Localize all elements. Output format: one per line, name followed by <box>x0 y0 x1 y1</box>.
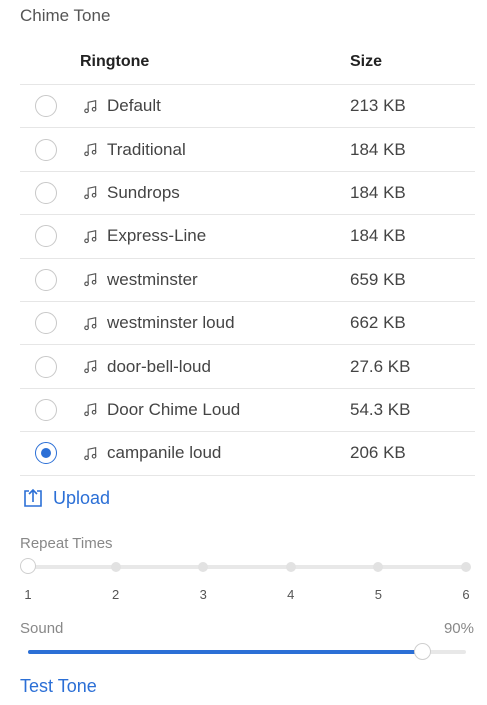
ringtone-name: Sundrops <box>107 182 180 202</box>
music-note-icon <box>82 142 98 158</box>
test-tone-button[interactable]: Test Tone <box>20 676 97 697</box>
ringtone-radio[interactable] <box>35 181 57 204</box>
section-title: Chime Tone <box>20 6 111 25</box>
music-note-icon <box>82 185 98 201</box>
repeat-tick-label: 3 <box>199 587 207 602</box>
ringtone-radio[interactable] <box>35 95 57 118</box>
table-row[interactable]: campanile loud 206 KB <box>20 432 475 476</box>
ringtone-size: 213 KB <box>350 96 406 116</box>
ringtone-size: 662 KB <box>350 313 406 333</box>
music-note-icon <box>82 98 98 114</box>
ringtone-size: 27.6 KB <box>350 356 411 376</box>
repeat-step-dot[interactable] <box>198 562 209 572</box>
repeat-times-slider[interactable] <box>20 558 471 574</box>
ringtone-radio[interactable] <box>35 355 57 378</box>
music-note-icon <box>82 359 98 375</box>
repeat-tick-label: 6 <box>462 587 470 602</box>
column-header-ringtone: Ringtone <box>80 53 150 70</box>
table-row[interactable]: westminster 659 KB <box>20 259 475 302</box>
sound-slider[interactable] <box>28 643 466 660</box>
sound-slider-fill <box>28 650 423 654</box>
ringtone-name: campanile loud <box>107 443 222 463</box>
ringtone-name: Traditional <box>107 139 186 159</box>
ringtone-radio[interactable] <box>35 225 57 248</box>
ringtone-size: 184 KB <box>350 226 406 246</box>
table-row[interactable]: Traditional 184 KB <box>20 128 475 172</box>
upload-icon <box>24 488 42 507</box>
music-note-icon <box>82 272 98 288</box>
repeat-tick-label: 5 <box>374 587 382 602</box>
table-row[interactable]: Express-Line 184 KB <box>20 215 475 259</box>
repeat-step-dot[interactable] <box>461 562 471 572</box>
column-header-size: Size <box>350 53 383 70</box>
music-note-icon <box>82 228 98 244</box>
upload-button[interactable]: Upload <box>22 487 110 509</box>
music-note-icon <box>82 445 98 461</box>
table-row[interactable]: Sundrops 184 KB <box>20 172 475 216</box>
repeat-step-dot[interactable] <box>373 562 384 572</box>
repeat-step-dot[interactable] <box>285 562 296 572</box>
ringtone-size: 659 KB <box>350 269 406 289</box>
ringtone-radio[interactable] <box>35 138 57 161</box>
ringtone-name: westminster <box>107 269 198 289</box>
table-header: Ringtone Size <box>20 40 475 85</box>
sound-slider-thumb[interactable] <box>414 643 432 660</box>
ringtone-radio[interactable] <box>35 398 57 421</box>
repeat-tick-label: 1 <box>24 587 32 602</box>
repeat-slider-thumb[interactable] <box>20 558 36 574</box>
ringtone-radio[interactable] <box>35 268 57 291</box>
sound-label: Sound <box>20 620 64 637</box>
music-note-icon <box>82 402 98 418</box>
ringtone-radio[interactable] <box>35 312 57 335</box>
ringtone-size: 54.3 KB <box>350 399 411 419</box>
ringtone-name: Default <box>107 96 161 116</box>
ringtone-size: 184 KB <box>350 182 406 202</box>
table-row[interactable]: door-bell-loud 27.6 KB <box>20 345 475 389</box>
table-row[interactable]: Door Chime Loud 54.3 KB <box>20 389 475 433</box>
ringtone-table: Ringtone Size Default 213 KB Traditional 18… <box>20 40 475 476</box>
repeat-tick-label: 2 <box>111 587 120 602</box>
repeat-step-dot[interactable] <box>110 562 121 572</box>
ringtone-name: door-bell-loud <box>107 356 211 376</box>
upload-label: Upload <box>53 487 111 508</box>
ringtone-name: Express-Line <box>107 226 207 246</box>
repeat-tick-label: 4 <box>287 587 295 602</box>
ringtone-name: Door Chime Loud <box>107 399 241 419</box>
ringtone-rows: Default 213 KB Traditional 184 KB Sundrops 18… <box>20 85 475 476</box>
table-row[interactable]: westminster loud 662 KB <box>20 302 475 346</box>
sound-value: 90% <box>443 620 474 637</box>
ringtone-size: 206 KB <box>350 443 406 463</box>
ringtone-name: westminster loud <box>107 313 235 333</box>
music-note-icon <box>82 315 98 331</box>
table-row[interactable]: Default 213 KB <box>20 85 475 129</box>
ringtone-size: 184 KB <box>350 139 406 159</box>
ringtone-radio[interactable] <box>35 442 57 465</box>
repeat-times-label: Repeat Times <box>20 535 113 552</box>
